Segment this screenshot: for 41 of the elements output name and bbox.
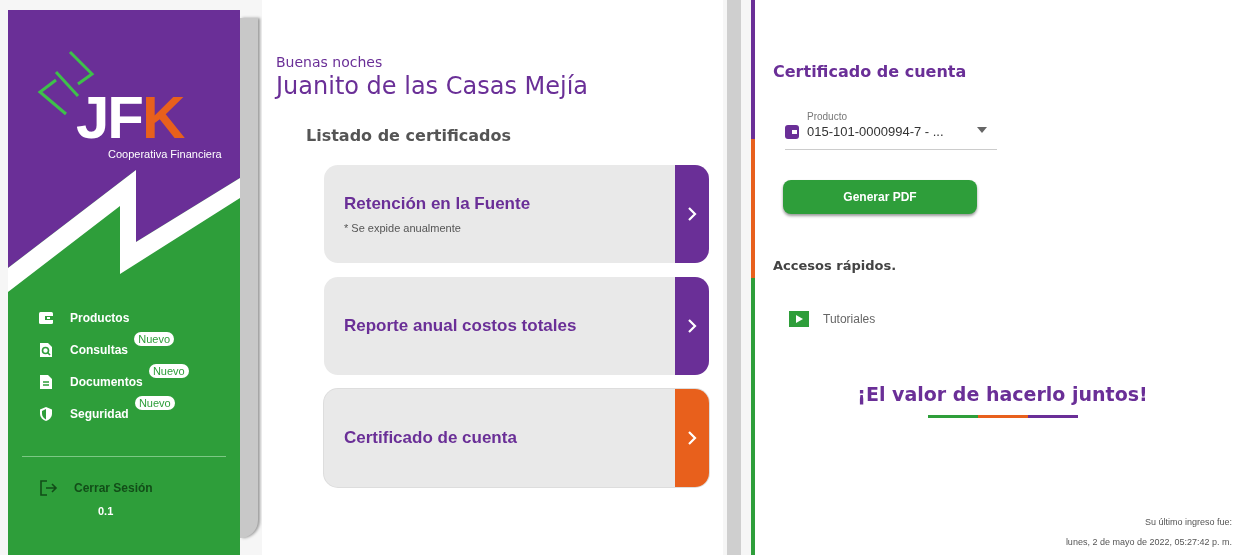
document-search-icon: [38, 342, 54, 358]
caret-icon: [977, 127, 987, 133]
certificate-card[interactable]: Retención en la Fuente * Se expide anualmente: [324, 165, 709, 263]
field-value: 015-101-0000994-7 - ...: [807, 124, 944, 139]
scrollbar[interactable]: [727, 0, 741, 555]
chevron-icon: [687, 318, 697, 334]
product-dropdown[interactable]: Producto 015-101-0000994-7 - ...: [785, 111, 997, 150]
generate-pdf-button[interactable]: Generar PDF: [783, 180, 977, 214]
document-icon: [38, 374, 54, 390]
version-text: 0.1: [98, 505, 115, 517]
field-label: Producto: [807, 111, 849, 122]
logo-text: JFK: [76, 88, 184, 148]
certificate-title: Retención en la Fuente: [344, 194, 532, 214]
logo-tagline: Cooperativa Financiera: [108, 148, 222, 160]
play-icon: [789, 311, 809, 327]
new-badge: Nuevo: [134, 332, 174, 346]
last-login-value: lunes, 2 de mayo de 2022, 05:27:42 p. m.: [1065, 536, 1232, 550]
certificate-card[interactable]: Certificado de cuenta: [324, 389, 709, 487]
chevron-icon: [687, 430, 697, 446]
certificate-title: Reporte anual costos totales: [344, 316, 578, 336]
shield-icon: [38, 406, 54, 422]
wallet-icon: [38, 310, 54, 326]
certificate-note: * Se expide anualmente: [344, 222, 462, 234]
chevron-icon: [687, 206, 697, 222]
logout-button[interactable]: Cerrar Sesión: [34, 479, 159, 497]
slogan: ¡El valor de hacerlo juntos!: [857, 383, 1148, 405]
section-title: Listado de certificados: [306, 126, 512, 145]
scrollbar[interactable]: [240, 18, 258, 538]
logout-icon: [40, 480, 58, 496]
certificate-title: Certificado de cuenta: [344, 428, 518, 448]
detail-title: Certificado de cuenta: [773, 62, 968, 81]
greeting: Buenas noches: [276, 54, 384, 70]
nav-item[interactable]: Productos: [38, 308, 130, 328]
user-name: Juanito de las Casas Mejía: [276, 72, 590, 100]
tutorials-link[interactable]: Tutoriales: [789, 311, 876, 327]
last-login-label: Su último ingreso fue:: [1143, 516, 1232, 530]
new-badge: Nuevo: [148, 364, 189, 378]
certificate-card[interactable]: Reporte anual costos totales: [324, 277, 709, 375]
wallet-icon: [785, 125, 799, 139]
quick-access-title: Accesos rápidos.: [773, 258, 898, 273]
new-badge: Nuevo: [134, 396, 175, 410]
